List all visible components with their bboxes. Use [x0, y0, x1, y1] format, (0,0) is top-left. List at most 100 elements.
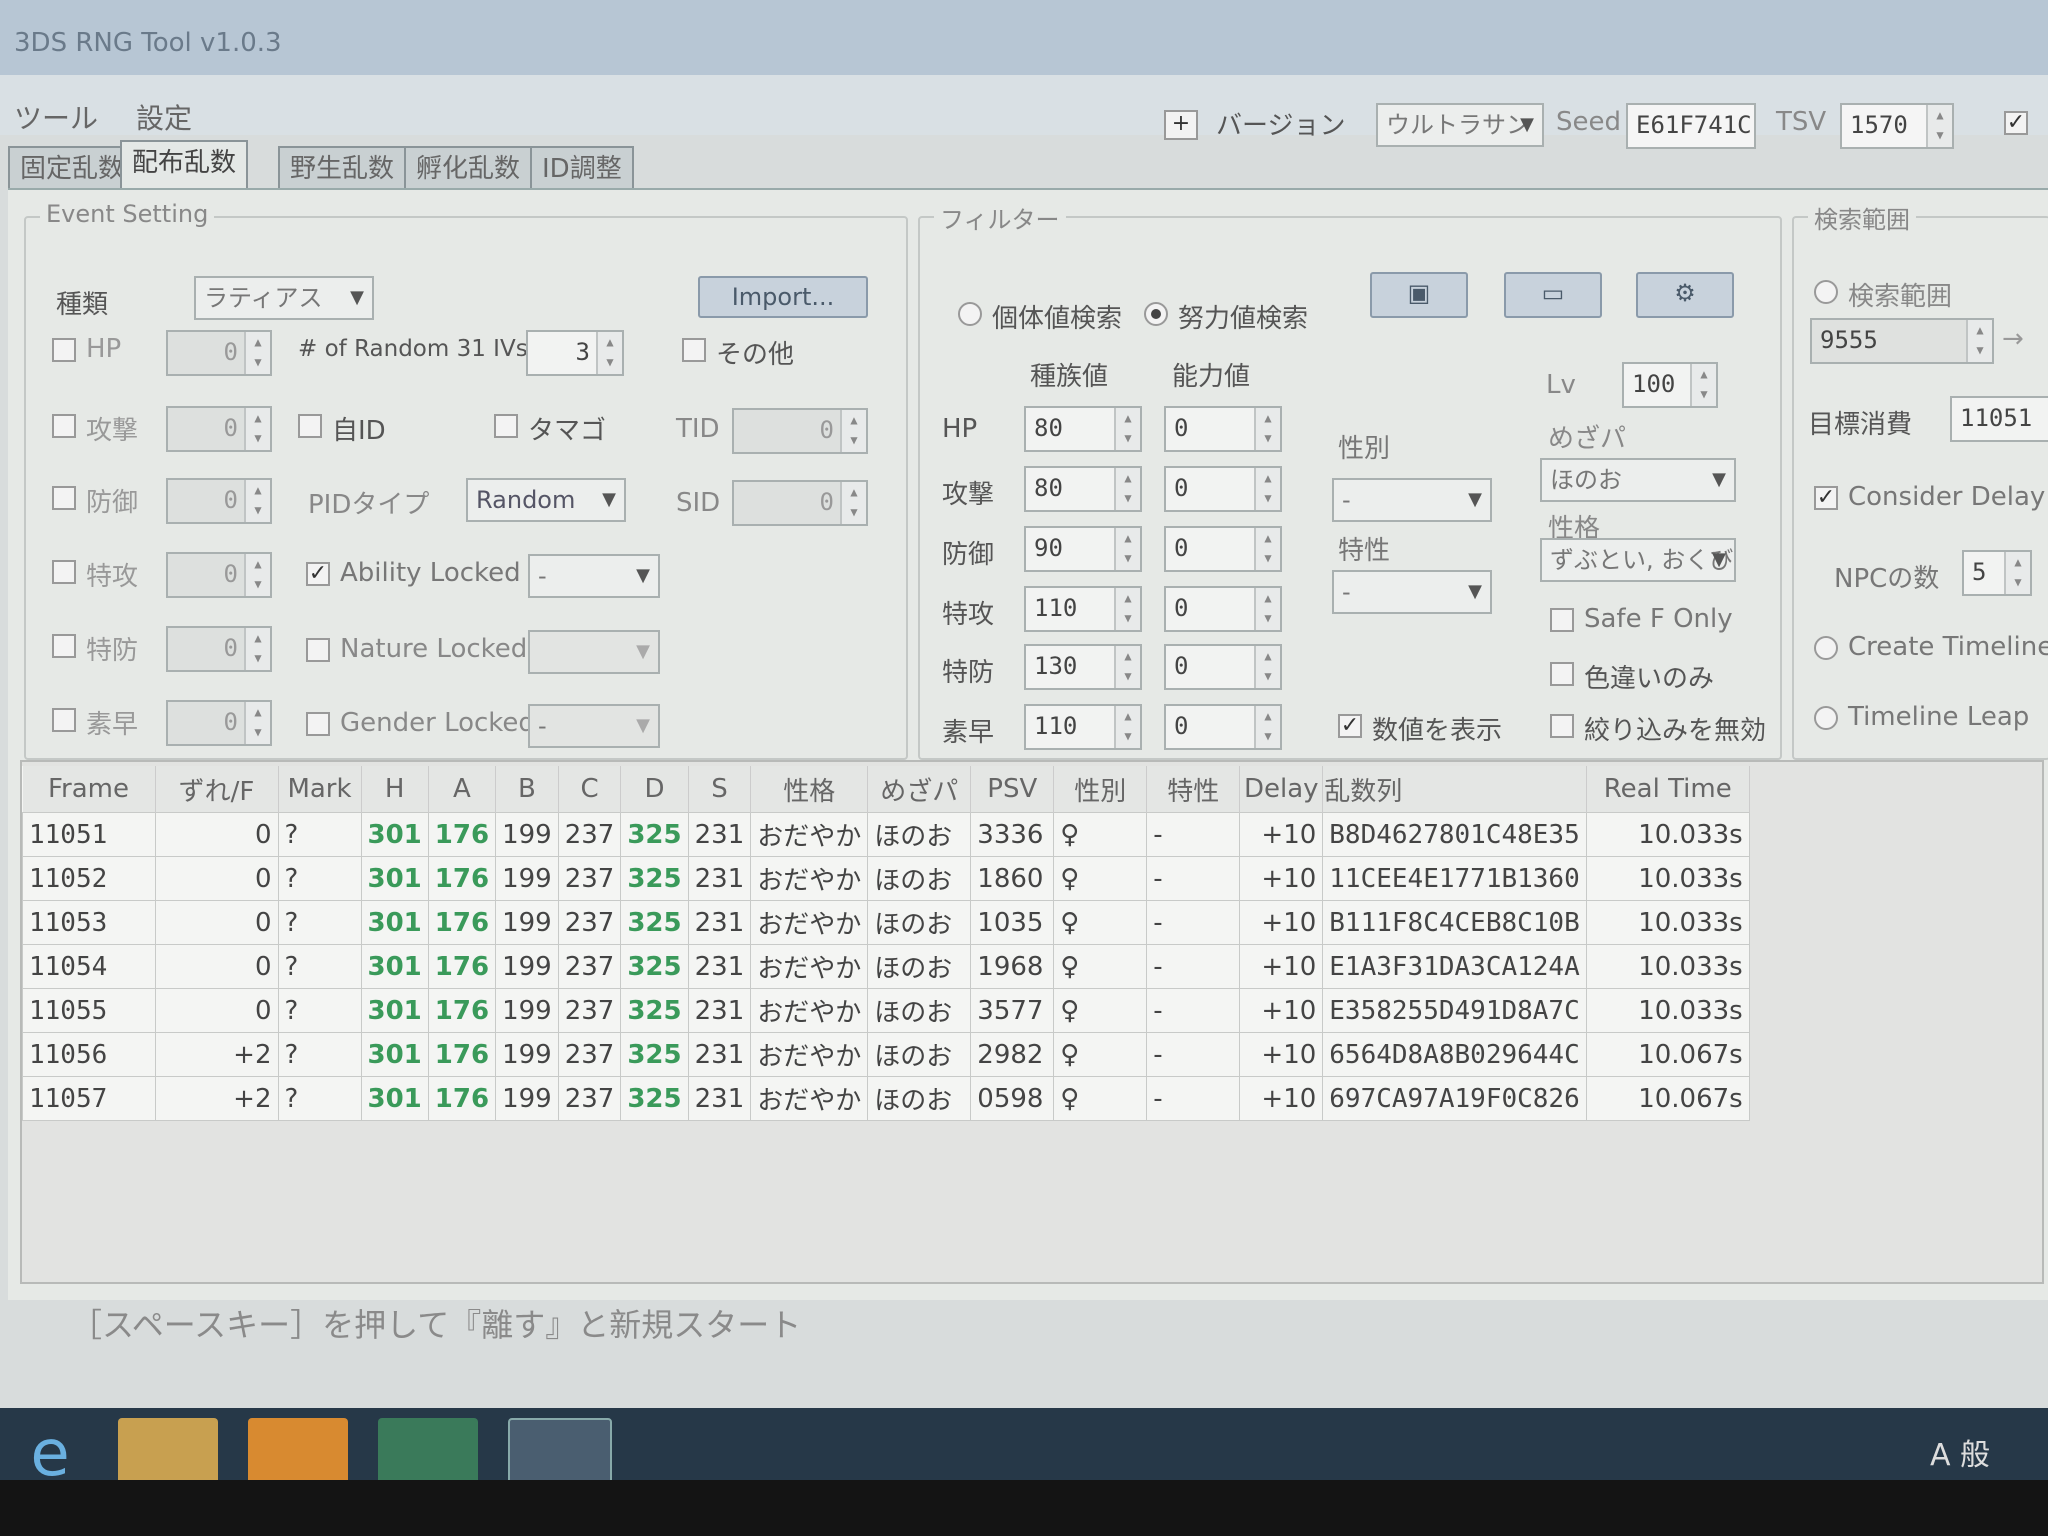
cell-nature: おだやか [750, 1032, 869, 1077]
defense-stat-input[interactable]: 0 ▲ ▼ [1164, 526, 1282, 572]
tab-wild-rng[interactable]: 野生乱数 [278, 146, 407, 190]
menu-tools[interactable]: ツール [14, 97, 98, 137]
ability-locked-checkbox[interactable]: ✓ [306, 562, 330, 586]
other-checkbox[interactable] [682, 338, 706, 362]
gender-locked-dropdown[interactable]: - ▼ [528, 704, 660, 748]
speed-iv-input[interactable]: 0 ▲ ▼ [166, 700, 272, 746]
nature-locked-checkbox[interactable] [306, 638, 330, 662]
attack-checkbox[interactable] [52, 414, 76, 438]
show-stats-checkbox[interactable]: ✓ [1338, 714, 1362, 738]
defense-checkbox[interactable] [52, 486, 76, 510]
tab-event-rng[interactable]: 配布乱数 [120, 140, 249, 190]
attack-stat-input[interactable]: 0 ▲ ▼ [1164, 466, 1282, 512]
col-h[interactable]: H [361, 766, 429, 813]
col-d[interactable]: D [620, 766, 689, 813]
tab-egg-rng[interactable]: 孵化乱数 [404, 146, 533, 190]
col-c[interactable]: C [558, 766, 622, 813]
version-toggle-button[interactable]: + [1164, 110, 1198, 140]
col-gender[interactable]: 性別 [1053, 766, 1148, 813]
col-rng-state[interactable]: 乱数列 [1322, 766, 1587, 813]
egg-checkbox[interactable] [494, 414, 518, 438]
kind-dropdown[interactable]: ラティアス ▼ [194, 276, 374, 320]
sp-attack-checkbox[interactable] [52, 560, 76, 584]
consider-delay-checkbox[interactable]: ✓ [1814, 486, 1838, 510]
topmost-checkbox[interactable]: ✓ [2004, 111, 2028, 135]
table-row[interactable]: 11053 0? 301 176 199 237 325 231 おだやか ほのお 1035 ♀ - +1… [22, 900, 1750, 945]
npc-count-input[interactable]: 5 ▲ ▼ [1962, 550, 2032, 596]
tid-input[interactable]: 0 ▲ ▼ [732, 408, 868, 454]
col-ability[interactable]: 特性 [1146, 766, 1241, 813]
col-delay[interactable]: Delay [1239, 766, 1324, 813]
nature-locked-dropdown[interactable]: ▼ [528, 630, 660, 674]
search-range-radio[interactable] [1814, 280, 1838, 304]
gear-icon[interactable]: ⚙ [1636, 272, 1734, 318]
col-a[interactable]: A [428, 766, 497, 813]
tsv-spinner[interactable]: ▲ ▼ [1926, 105, 1952, 147]
table-row[interactable]: 11055 0? 301 176 199 237 325 231 おだやか ほのお 3577 ♀ - +1… [22, 988, 1750, 1033]
col-b[interactable]: B [495, 766, 559, 813]
ability-dropdown[interactable]: - ▼ [1332, 570, 1492, 614]
ev-search-radio[interactable] [1144, 302, 1168, 326]
safe-f-checkbox[interactable] [1550, 608, 1574, 632]
target-input[interactable]: 11051 [1950, 396, 2048, 442]
random31-input[interactable]: 3 ▲ ▼ [526, 330, 624, 376]
sp-attack-iv-input[interactable]: 0 ▲ ▼ [166, 552, 272, 598]
attack-base-input[interactable]: 80 ▲ ▼ [1024, 466, 1142, 512]
disable-filter-checkbox[interactable] [1550, 714, 1574, 738]
hp-stat-input[interactable]: 0 ▲ ▼ [1164, 406, 1282, 452]
tsv-input[interactable]: 1570 ▲ ▼ [1840, 103, 1954, 149]
cell-gender: ♀ [1053, 812, 1148, 857]
table-row[interactable]: 11052 0? 301 176 199 237 325 231 おだやか ほのお 1860 ♀ - +1… [22, 856, 1750, 901]
col-frame[interactable]: Frame [22, 766, 156, 813]
attack-iv-input[interactable]: 0 ▲ ▼ [166, 406, 272, 452]
ability-locked-dropdown[interactable]: - ▼ [528, 554, 660, 598]
table-row[interactable]: 11054 0? 301 176 199 237 325 231 おだやか ほのお 1968 ♀ - +1… [22, 944, 1750, 989]
iv-search-radio[interactable] [958, 302, 982, 326]
col-real-time[interactable]: Real Time [1586, 766, 1750, 813]
gender-dropdown[interactable]: - ▼ [1332, 478, 1492, 522]
sp-attack-base-input[interactable]: 110 ▲ ▼ [1024, 586, 1142, 632]
sid-input[interactable]: 0 ▲ ▼ [732, 480, 868, 526]
hp-iv-input[interactable]: 0 ▲ ▼ [166, 330, 272, 376]
sp-defense-base-input[interactable]: 130 ▲ ▼ [1024, 644, 1142, 690]
save-icon[interactable]: ▣ [1370, 272, 1468, 318]
tab-fixed-rng[interactable]: 固定乱数 [8, 146, 137, 190]
speed-base-input[interactable]: 110 ▲ ▼ [1024, 704, 1142, 750]
sp-attack-stat-input[interactable]: 0 ▲ ▼ [1164, 586, 1282, 632]
sp-defense-stat-input[interactable]: 0 ▲ ▼ [1164, 644, 1282, 690]
own-id-checkbox[interactable] [298, 414, 322, 438]
col-nature[interactable]: 性格 [750, 766, 869, 813]
version-dropdown[interactable]: ウルトラサン ▼ [1376, 103, 1544, 147]
defense-iv-input[interactable]: 0 ▲ ▼ [166, 478, 272, 524]
sp-defense-checkbox[interactable] [52, 634, 76, 658]
col-hidden-power[interactable]: めざパ [867, 766, 972, 813]
col-s[interactable]: S [688, 766, 752, 813]
hidden-power-dropdown[interactable]: ほのお ▼ [1540, 458, 1736, 502]
table-row[interactable]: 11056 +2? 301 176 199 237 325 231 おだやか ほのお 2982 ♀ - +… [22, 1032, 1750, 1077]
col-psv[interactable]: PSV [970, 766, 1055, 813]
gender-locked-checkbox[interactable] [306, 712, 330, 736]
col-mark[interactable]: Mark [278, 766, 362, 813]
folder-open-icon[interactable]: ▭ [1504, 272, 1602, 318]
hp-checkbox[interactable] [52, 338, 76, 362]
level-input[interactable]: 100 ▲ ▼ [1622, 362, 1718, 408]
sp-defense-iv-input[interactable]: 0 ▲ ▼ [166, 626, 272, 672]
hp-base-input[interactable]: 80 ▲ ▼ [1024, 406, 1142, 452]
table-row[interactable]: 11057 +2? 301 176 199 237 325 231 おだやか ほのお 0598 ♀ - +… [22, 1076, 1750, 1121]
menu-settings[interactable]: 設定 [136, 97, 192, 137]
timeline-leap-radio[interactable] [1814, 706, 1838, 730]
speed-checkbox[interactable] [52, 708, 76, 732]
range-start-input[interactable]: 9555 ▲ ▼ [1810, 318, 1994, 364]
import-button[interactable]: Import... [698, 276, 868, 318]
col-offset[interactable]: ずれ/F [155, 766, 279, 813]
create-timeline-radio[interactable] [1814, 636, 1838, 660]
speed-stat-input[interactable]: 0 ▲ ▼ [1164, 704, 1282, 750]
seed-input[interactable]: E61F741C [1626, 103, 1756, 149]
shiny-only-checkbox[interactable] [1550, 662, 1574, 686]
pid-type-dropdown[interactable]: Random ▼ [466, 478, 626, 522]
table-row[interactable]: 11051 0? 301 176 199 237 325 231 おだやか ほのお 3336 ♀ - +1… [22, 812, 1750, 857]
tab-id-rng[interactable]: ID調整 [530, 146, 634, 190]
nature-dropdown[interactable]: ずぶとい, おくび ▼ [1540, 538, 1736, 582]
defense-base-input[interactable]: 90 ▲ ▼ [1024, 526, 1142, 572]
ime-indicator[interactable]: A 般 [1930, 1430, 1990, 1474]
